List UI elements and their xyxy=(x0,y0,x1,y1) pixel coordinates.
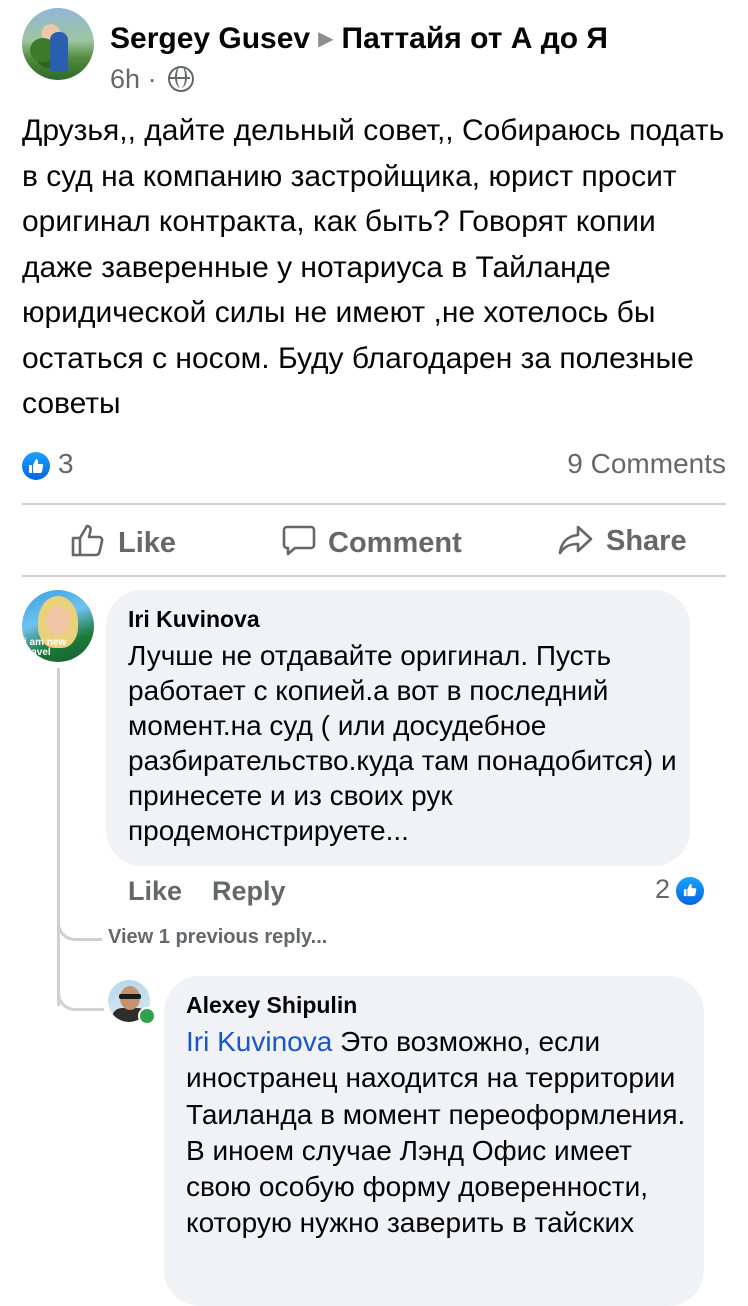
comment-reactions[interactable]: 2 xyxy=(655,874,706,907)
thread-line xyxy=(57,668,60,1006)
like-label: Like xyxy=(118,527,177,559)
comments-count[interactable]: 9 Comments xyxy=(567,448,726,480)
comment-like-button[interactable]: Like xyxy=(128,876,182,907)
comment-reactions-count: 2 xyxy=(654,874,670,904)
online-status-indicator xyxy=(138,1007,156,1025)
divider-bottom xyxy=(22,575,726,577)
share-arrow-icon xyxy=(558,525,593,555)
reply-text: Iri Kuvinova Это возможно, если иностран… xyxy=(186,1024,686,1242)
like-reaction-icon xyxy=(22,452,50,480)
comment-label: Comment xyxy=(328,527,462,559)
thread-connector xyxy=(57,908,102,941)
post-meta: 6h · xyxy=(110,64,195,95)
divider-top xyxy=(22,503,726,505)
avatar-photo-detail xyxy=(119,994,141,999)
reply-author[interactable]: Alexey Shipulin xyxy=(186,992,357,1019)
like-reaction-icon xyxy=(674,875,706,907)
group-name[interactable]: Паттайя от А до Я xyxy=(342,22,608,55)
meta-separator: · xyxy=(147,64,157,94)
globe-icon xyxy=(168,66,195,92)
comment-reply-button[interactable]: Reply xyxy=(212,876,286,907)
author-name[interactable]: Sergey Gusev xyxy=(110,22,310,55)
comment-author[interactable]: Iri Kuvinova xyxy=(128,606,260,633)
reactions-summary[interactable]: 3 9 Comments xyxy=(22,448,726,484)
commenter-avatar[interactable]: i am new travel xyxy=(22,590,94,662)
like-button[interactable]: Like xyxy=(70,524,176,560)
view-previous-replies[interactable]: View 1 previous reply... xyxy=(108,926,327,949)
post-time[interactable]: 6h xyxy=(110,64,140,94)
thread-connector xyxy=(57,978,104,1011)
share-button[interactable]: Share xyxy=(558,524,687,558)
action-bar: Like Comment Share xyxy=(22,506,726,576)
share-label: Share xyxy=(606,525,687,557)
reply-bubble[interactable]: Alexey Shipulin Iri Kuvinova Это возможн… xyxy=(164,976,704,1306)
comment-button[interactable]: Comment xyxy=(282,524,462,560)
post-header: Sergey Gusev ▶ Паттайя от А до Я 6h · xyxy=(22,8,732,94)
reactions-count[interactable]: 3 xyxy=(58,448,74,480)
avatar-overlay-text: i am new travel xyxy=(24,637,67,658)
comment-actions: Like Reply 2 xyxy=(128,874,708,914)
thumbs-up-icon xyxy=(71,524,104,557)
post-text: Друзья,, дайте дельный совет,, Собираюсь… xyxy=(22,114,725,420)
avatar-photo-figure xyxy=(50,32,68,72)
mention-link[interactable]: Iri Kuvinova xyxy=(186,1026,332,1057)
avatar-photo-face xyxy=(46,606,70,636)
comment-bubble[interactable]: Iri Kuvinova Лучше не отдавайте оригинал… xyxy=(106,590,690,866)
author-avatar[interactable] xyxy=(22,8,94,80)
author-line: Sergey Gusev ▶ Паттайя от А до Я xyxy=(110,22,608,56)
arrow-right-icon: ▶ xyxy=(318,28,334,50)
reply-body: Это возможно, если иностранец находится … xyxy=(186,1026,686,1239)
comment-icon xyxy=(282,525,316,556)
comment-text: Лучше не отдавайте оригинал. Пусть работ… xyxy=(128,640,677,846)
